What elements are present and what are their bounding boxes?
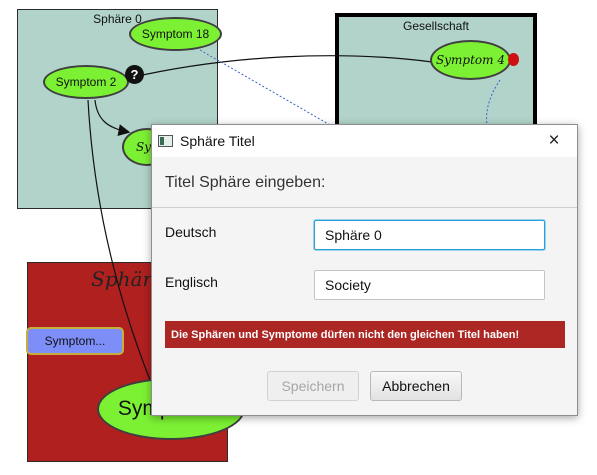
red-dot-handle[interactable]: [508, 53, 519, 66]
symptom-node[interactable]: Symptom 2: [43, 65, 129, 99]
dialog-header-text: Titel Sphäre eingeben:: [165, 174, 326, 191]
error-message: Die Sphären und Symptome dürfen nicht de…: [165, 321, 565, 348]
dialog-title: Sphäre Titel: [180, 133, 255, 149]
edge-s18-dotted: [199, 49, 331, 126]
symptom-node[interactable]: Symptom 18: [129, 17, 222, 51]
close-button[interactable]: ×: [531, 125, 577, 157]
german-label: Deutsch: [165, 224, 217, 240]
edge-s4-dotted: [486, 79, 501, 126]
symptom-node-collapsed[interactable]: Symptom...: [26, 327, 124, 355]
edge-s2-s4: [128, 55, 433, 79]
english-title-input[interactable]: [314, 270, 545, 300]
english-label: Englisch: [165, 274, 218, 290]
edge-s2-partial: [94, 99, 131, 136]
save-button[interactable]: Speichern: [267, 371, 359, 401]
dialog-titlebar[interactable]: Sphäre Titel ×: [152, 125, 577, 157]
cancel-button[interactable]: Abbrechen: [370, 371, 462, 401]
app-icon: [158, 135, 173, 147]
sphere-title-dialog: Sphäre Titel × Titel Sphäre eingeben: De…: [151, 124, 578, 416]
german-title-input[interactable]: [314, 220, 545, 250]
symptom-node[interactable]: Symptom 4: [430, 40, 511, 80]
close-icon: ×: [548, 130, 560, 151]
dialog-header: Titel Sphäre eingeben:: [152, 157, 577, 208]
help-icon[interactable]: ?: [125, 65, 144, 84]
